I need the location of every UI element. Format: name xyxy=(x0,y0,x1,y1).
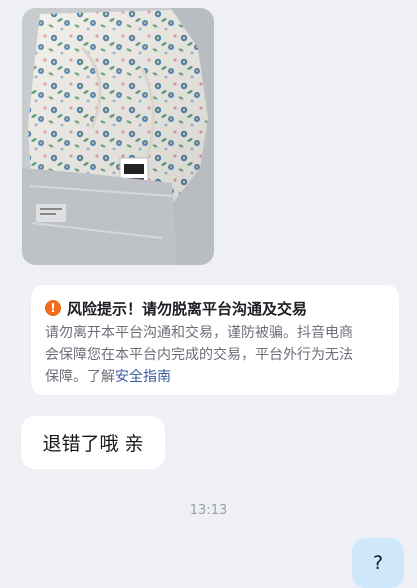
message-timestamp: 13:13 xyxy=(189,503,228,518)
risk-body-line: 保障。了解安全指南 xyxy=(45,366,385,388)
incoming-message-bubble[interactable]: 退错了哦 亲 xyxy=(21,416,165,469)
risk-notice-card: ! 风险提示！请勿脱离平台沟通及交易 请勿离开本平台沟通和交易，谨防被骗。抖音电… xyxy=(31,285,399,395)
risk-notice-title: 风险提示！请勿脱离平台沟通及交易 xyxy=(67,299,308,318)
risk-body-line: 会保障您在本平台内完成的交易，平台外行为无法 xyxy=(45,347,353,363)
risk-notice-body: 请勿离开本平台沟通和交易，谨防被骗。抖音电商 会保障您在本平台内完成的交易，平台… xyxy=(45,322,385,388)
safety-guide-link[interactable]: 安全指南 xyxy=(115,369,171,385)
outgoing-message-bubble[interactable]: ? xyxy=(352,538,404,588)
risk-title-row: ! 风险提示！请勿脱离平台沟通及交易 xyxy=(45,297,385,319)
risk-body-prefix: 保障。了解 xyxy=(45,369,115,385)
risk-body-line: 请勿离开本平台沟通和交易，谨防被骗。抖音电商 xyxy=(45,325,353,341)
warning-icon: ! xyxy=(45,300,61,316)
product-photo-message[interactable] xyxy=(22,8,214,265)
product-photo xyxy=(22,8,214,265)
